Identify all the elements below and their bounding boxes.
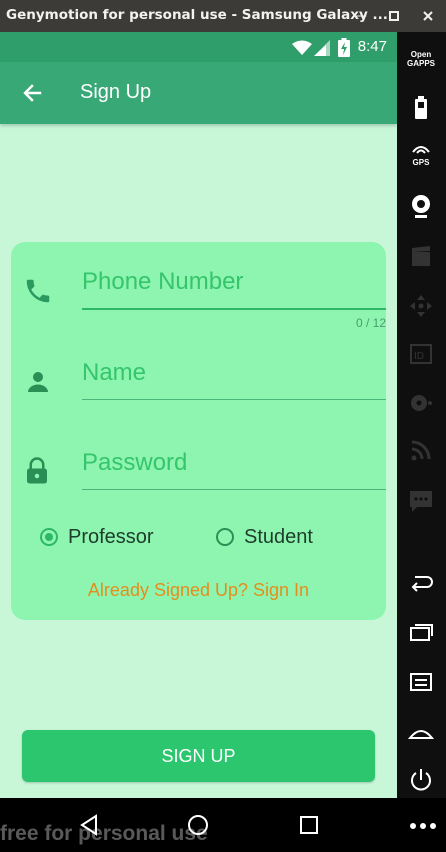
sign-in-link[interactable]: Already Signed Up? Sign In xyxy=(11,580,386,601)
window-titlebar: Genymotion for personal use - Samsung Ga… xyxy=(0,0,446,32)
wifi-icon xyxy=(292,40,312,55)
window-title: Genymotion for personal use - Samsung Ga… xyxy=(6,7,388,23)
rss-icon[interactable] xyxy=(405,435,437,467)
app-bar: Sign Up xyxy=(0,62,397,124)
name-input[interactable]: Name xyxy=(82,359,146,387)
phone-number-input[interactable]: Phone Number xyxy=(82,268,243,296)
arrow-left-icon[interactable] xyxy=(18,78,48,108)
dpad-icon[interactable] xyxy=(405,290,437,322)
radio-professor[interactable]: Professor xyxy=(40,526,180,552)
home-icon[interactable] xyxy=(405,716,437,748)
radio-student[interactable]: Student xyxy=(216,526,346,552)
emulator-side-panel: Open GAPPS GPS ID xyxy=(397,32,446,798)
minimize-icon[interactable]: — xyxy=(350,6,370,26)
power-icon[interactable] xyxy=(405,764,437,796)
svg-text:ID: ID xyxy=(414,351,424,362)
radio-student-label[interactable]: Student xyxy=(244,526,313,549)
person-icon xyxy=(28,372,48,392)
status-bar: 8:47 xyxy=(0,32,397,62)
disk-icon[interactable] xyxy=(405,387,437,419)
nav-recents-icon[interactable] xyxy=(298,814,320,836)
name-underline xyxy=(82,399,386,400)
menu-icon[interactable] xyxy=(405,666,437,698)
phone-char-counter: 0 / 12 xyxy=(355,316,386,330)
battery-charging-icon xyxy=(338,38,350,57)
webcam-icon[interactable] xyxy=(405,190,437,222)
gps-label: GPS xyxy=(412,158,430,167)
signup-form-card: Phone Number 0 / 12 Name Password Profes… xyxy=(11,242,386,620)
page-title: Sign Up xyxy=(80,81,152,103)
password-underline xyxy=(82,489,386,490)
lock-icon xyxy=(27,457,47,484)
phone-underline xyxy=(82,308,386,310)
signal-icon xyxy=(314,40,330,56)
radio-professor-label[interactable]: Professor xyxy=(68,526,154,549)
close-icon[interactable] xyxy=(418,6,438,26)
maximize-icon[interactable] xyxy=(384,6,404,26)
sms-icon[interactable] xyxy=(405,485,437,517)
status-time: 8:47 xyxy=(357,38,387,55)
media-icon[interactable] xyxy=(405,240,437,272)
radio-student-indicator[interactable] xyxy=(216,528,234,546)
id-icon[interactable]: ID xyxy=(405,338,437,370)
device-screen: 8:47 Sign Up Phone Number 0 / 12 Name Pa… xyxy=(0,32,397,798)
password-input[interactable]: Password xyxy=(82,449,187,477)
more-icon[interactable] xyxy=(410,822,436,830)
back-icon[interactable] xyxy=(405,567,437,599)
recent-apps-icon[interactable] xyxy=(405,617,437,649)
battery-icon[interactable] xyxy=(405,91,437,123)
gps-icon[interactable]: GPS xyxy=(405,142,437,174)
phone-icon xyxy=(26,279,50,303)
sign-up-button[interactable]: SIGN UP xyxy=(22,730,375,782)
watermark-text: free for personal use xyxy=(0,822,208,845)
open-gapps-icon[interactable]: Open GAPPS xyxy=(405,50,437,82)
radio-professor-dot xyxy=(45,533,53,541)
